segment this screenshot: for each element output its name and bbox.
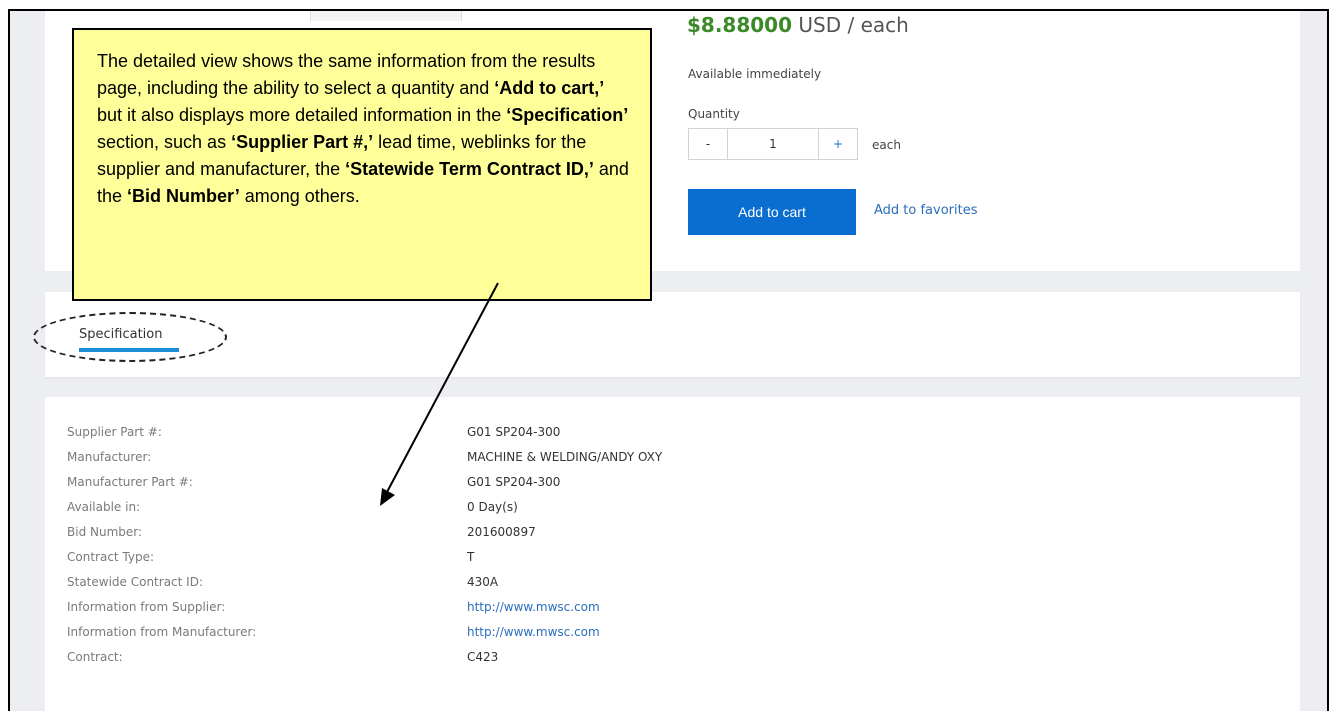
screenshot-frame: $8.88000 USD / each Available immediatel… (8, 9, 1329, 711)
callout-arrow (380, 282, 499, 506)
